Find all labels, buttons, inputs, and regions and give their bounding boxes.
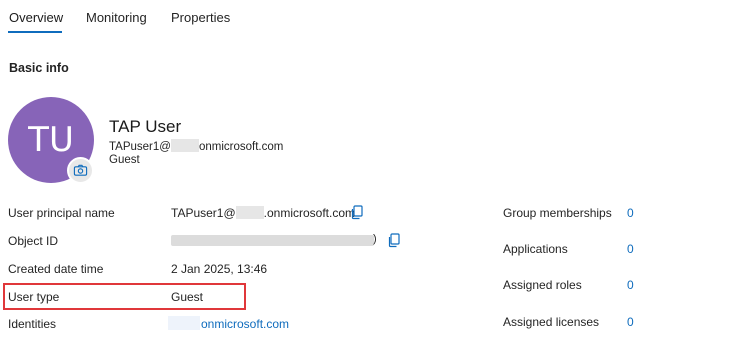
object-id-label: Object ID [8, 234, 59, 248]
change-photo-button[interactable] [67, 157, 94, 184]
active-tab-indicator [8, 31, 62, 33]
upn-value-prefix: TAPuser1@ [171, 206, 236, 220]
display-name: TAP User [109, 117, 182, 136]
identities-link[interactable]: onmicrosoft.com [201, 317, 289, 331]
applications-label: Applications [503, 242, 568, 256]
copy-icon[interactable] [387, 233, 401, 248]
tab-overview[interactable]: Overview [9, 10, 63, 25]
tab-properties[interactable]: Properties [171, 10, 230, 25]
section-title: Basic info [9, 61, 69, 75]
upn-value: TAPuser1@ .onmicrosoft.com [171, 206, 355, 220]
header-upn: TAPuser1@ onmicrosoft.com [109, 139, 283, 153]
upn-value-suffix: .onmicrosoft.com [263, 206, 356, 220]
highlight-box [3, 283, 246, 310]
assigned-roles-count[interactable]: 0 [627, 278, 634, 292]
assigned-licenses-label: Assigned licenses [503, 315, 600, 329]
header-upn-suffix: onmicrosoft.com [198, 141, 284, 153]
assigned-roles-label: Assigned roles [503, 278, 582, 292]
applications-count[interactable]: 0 [627, 242, 634, 256]
tab-bar: Overview Monitoring Properties [0, 0, 749, 40]
redaction [170, 139, 199, 152]
upn-label: User principal name [8, 206, 115, 220]
header-upn-prefix: TAPuser1@ [109, 141, 171, 153]
object-id-value-redacted [171, 235, 374, 246]
created-label: Created date time [8, 262, 104, 276]
group-memberships-count[interactable]: 0 [627, 206, 634, 220]
identities-label: Identities [8, 317, 57, 331]
assigned-licenses-count[interactable]: 0 [627, 315, 634, 329]
group-memberships-label: Group memberships [503, 206, 612, 220]
tab-monitoring[interactable]: Monitoring [86, 10, 147, 25]
created-value: 2 Jan 2025, 13:46 [171, 262, 268, 276]
camera-icon [73, 164, 88, 176]
redaction [235, 206, 264, 219]
copy-icon[interactable] [350, 205, 364, 220]
redaction [168, 316, 200, 330]
object-id-value-tail: ) [373, 233, 377, 245]
header-user-type: Guest [109, 154, 140, 166]
